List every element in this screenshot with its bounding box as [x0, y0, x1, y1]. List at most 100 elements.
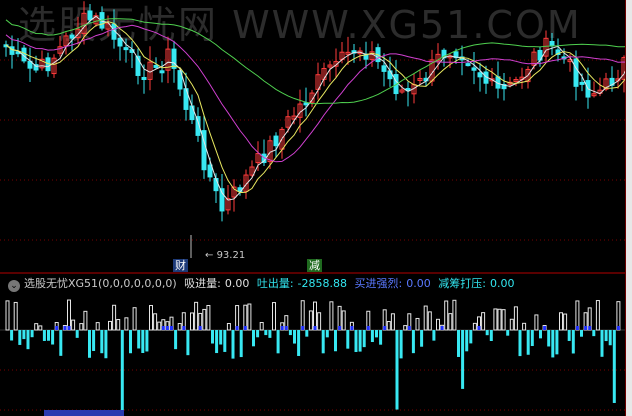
inflow-bar [509, 318, 514, 331]
inflow-bar [71, 319, 76, 331]
outflow-bar [530, 330, 534, 347]
indicator-chart[interactable] [0, 274, 632, 416]
inflow-bar [95, 322, 100, 331]
inflow-bar [444, 300, 449, 331]
outflow-bar [580, 330, 583, 337]
inflow-bar [313, 301, 317, 331]
inflow-bar [300, 300, 305, 331]
outflow-bar [26, 330, 30, 350]
inflow-bar [493, 308, 498, 331]
outflow-bar [219, 330, 223, 345]
low-price-label: ← 93.21 [205, 250, 246, 261]
strong-buy-bar [165, 326, 169, 330]
inflow-bar [79, 323, 84, 331]
inflow-bar [13, 301, 18, 331]
inflow-bar [308, 310, 313, 331]
outflow-bar [75, 330, 79, 338]
candle-body [381, 65, 387, 72]
outflow-bar [88, 330, 91, 358]
outflow-bar [18, 330, 22, 345]
right-scroll-strip[interactable] [626, 0, 632, 416]
outflow-bar [518, 330, 522, 357]
strong-buy-bar [477, 326, 481, 330]
outflow-bar [252, 330, 255, 347]
outflow-bar [239, 330, 243, 358]
outflow-bar [51, 330, 55, 345]
inflow-bar [317, 312, 322, 331]
outflow-bar [215, 330, 219, 354]
inflow-bar [501, 309, 506, 331]
low-price-value: 93.21 [216, 250, 246, 261]
outflow-bar [297, 330, 301, 356]
strong-buy-bar [170, 326, 173, 330]
outflow-bar [137, 330, 141, 349]
outflow-bar [432, 330, 436, 341]
ma-line-short [5, 15, 631, 201]
candle-body [471, 67, 477, 71]
outflow-bar [268, 330, 272, 338]
inflow-bar [259, 322, 264, 331]
outflow-bar [104, 330, 108, 359]
outflow-bar [10, 330, 14, 341]
inflow-bar [226, 323, 231, 331]
inflow-bar [116, 319, 121, 331]
candle-body [465, 63, 471, 67]
candle-body [123, 47, 129, 51]
inflow-bar [149, 305, 153, 331]
outflow-bar [288, 330, 292, 336]
outflow-bar [293, 330, 296, 344]
inflow-bar [329, 301, 334, 331]
inflow-bar [595, 300, 600, 331]
inflow-bar [497, 308, 502, 331]
inflow-bar [513, 306, 518, 331]
outflow-bar [223, 330, 227, 352]
outflow-bar [211, 330, 214, 344]
inflow-bar [341, 310, 346, 331]
outflow-bar [47, 330, 50, 341]
outflow-bar [120, 330, 124, 411]
candle-body [69, 34, 75, 39]
inflow-bar [124, 317, 129, 331]
strong-buy-bar [338, 326, 342, 330]
candle-body [207, 164, 213, 178]
outflow-bar [59, 330, 63, 356]
inflow-bar [403, 325, 408, 331]
inflow-bar [575, 300, 580, 331]
bottom-tab-bar[interactable] [44, 410, 124, 416]
candlestick-chart[interactable] [0, 0, 632, 272]
outflow-bar [489, 330, 493, 341]
outflow-bar [100, 330, 104, 354]
inflow-bar [5, 300, 10, 331]
outflow-bar [92, 330, 96, 351]
outflow-bar [276, 330, 280, 354]
outflow-bar [526, 330, 530, 355]
strong-buy-bar [280, 326, 284, 330]
inflow-bar [157, 321, 162, 331]
reduction-event-marker[interactable]: 减 [307, 259, 322, 272]
outflow-bar [571, 330, 575, 354]
outflow-bar [375, 330, 378, 338]
outflow-bar [325, 330, 329, 338]
outflow-bar [485, 330, 489, 336]
strong-buy-bar [313, 326, 317, 330]
candle-body [579, 81, 585, 85]
inflow-bar [132, 307, 137, 331]
outflow-bar [604, 330, 608, 342]
candle-body [549, 40, 555, 47]
outflow-bar [420, 330, 424, 347]
finance-event-marker[interactable]: 财 [173, 259, 188, 272]
strong-buy-bar [55, 326, 59, 330]
inflow-bar [153, 313, 158, 331]
strong-buy-bar [182, 326, 186, 330]
outflow-bar [256, 330, 260, 338]
candle-body [87, 10, 93, 21]
outflow-bar [600, 330, 604, 357]
outflow-bar [145, 330, 149, 352]
outflow-bar [129, 330, 132, 354]
candle-body [189, 105, 195, 121]
candle-body [477, 72, 483, 78]
strong-buy-bar [588, 326, 592, 330]
strong-buy-bar [440, 326, 444, 330]
inflow-bar [83, 310, 88, 331]
strong-buy-bar [616, 326, 620, 330]
